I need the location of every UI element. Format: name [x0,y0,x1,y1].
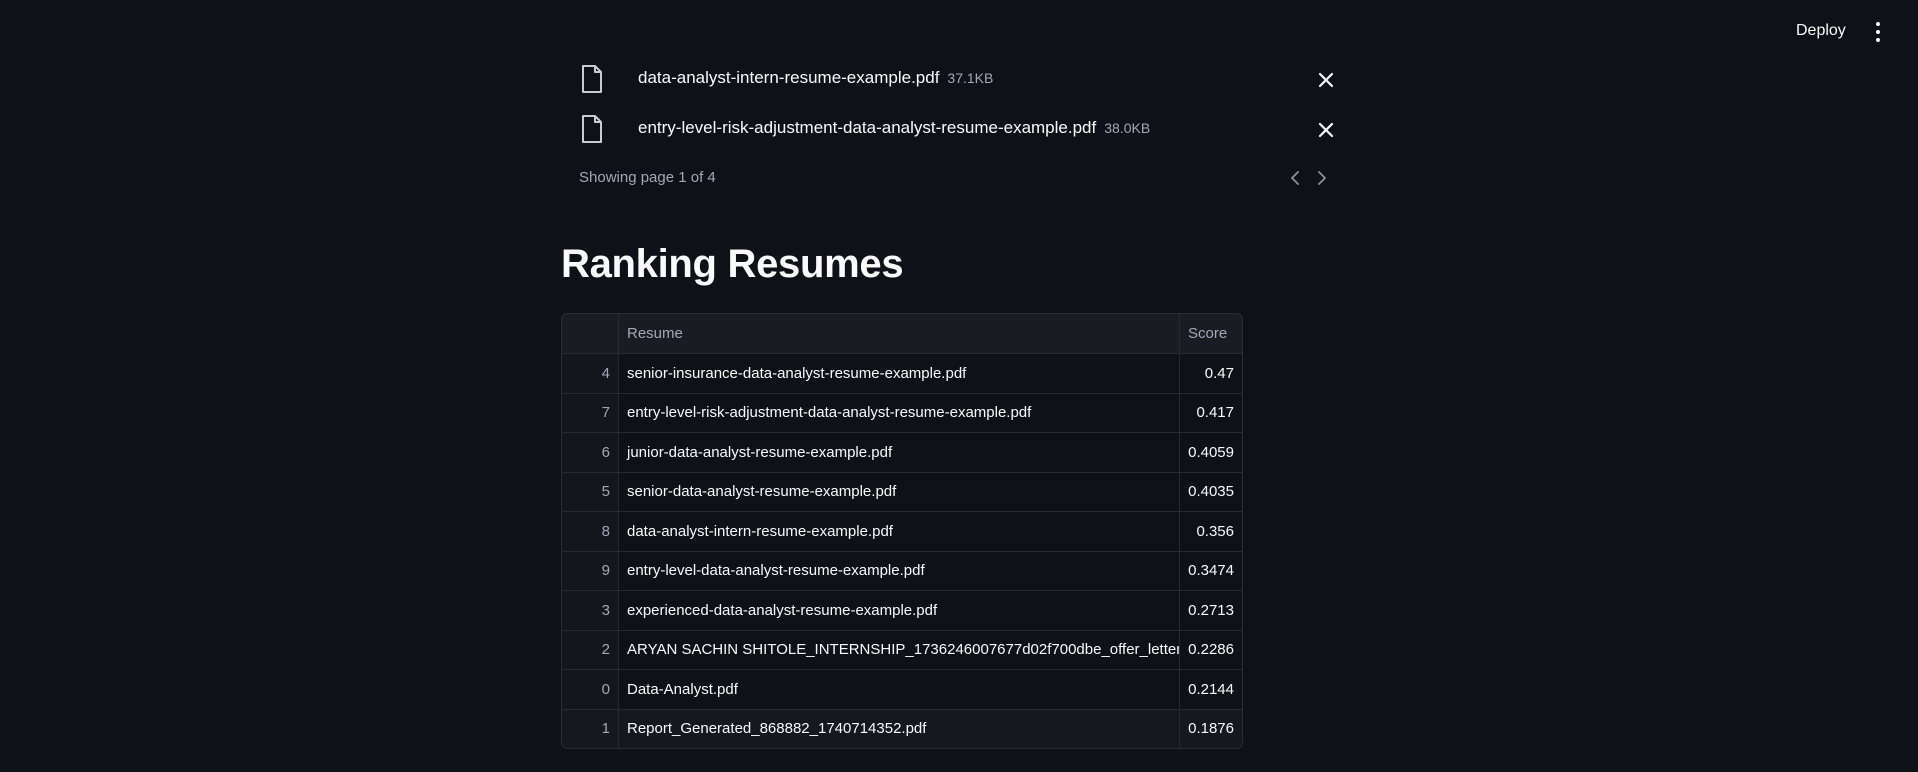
table-row[interactable]: 8 data-analyst-intern-resume-example.pdf… [562,511,1242,552]
file-size: 37.1KB [947,70,994,86]
uploaded-file-item: data-analyst-intern-resume-example.pdf 37… [580,62,1340,102]
score-cell[interactable]: 0.417 [1179,393,1242,433]
deploy-button[interactable]: Deploy [1790,20,1852,42]
table-row[interactable]: 1 Report_Generated_868882_1740714352.pdf… [562,709,1242,748]
row-index: 2 [562,630,619,670]
score-column-header[interactable]: Score [1179,314,1242,354]
file-size: 38.0KB [1104,120,1151,136]
row-index: 9 [562,551,619,591]
uploaded-file-item: entry-level-risk-adjustment-data-analyst… [580,112,1340,152]
previous-page-button[interactable] [1285,168,1305,188]
table-row[interactable]: 2 ARYAN SACHIN SHITOLE_INTERNSHIP_173624… [562,630,1242,670]
row-index: 7 [562,393,619,433]
file-icon [582,115,602,143]
vertical-dots-icon[interactable] [1868,19,1888,45]
score-cell[interactable]: 0.2144 [1179,669,1242,710]
resume-cell[interactable]: senior-data-analyst-resume-example.pdf [618,472,1180,512]
resume-column-header[interactable]: Resume [618,314,1180,354]
resume-cell[interactable]: junior-data-analyst-resume-example.pdf [618,432,1180,473]
row-index: 1 [562,709,619,748]
file-name-text: entry-level-risk-adjustment-data-analyst… [638,118,1097,137]
close-icon [1318,122,1334,138]
score-cell[interactable]: 0.4035 [1179,472,1242,512]
table-row[interactable]: 9 entry-level-data-analyst-resume-exampl… [562,551,1242,591]
pagination-status: Showing page 1 of 4 [579,169,716,186]
row-index: 5 [562,472,619,512]
file-icon [582,65,602,93]
remove-file-button[interactable] [1312,66,1340,94]
row-index: 3 [562,590,619,631]
file-name-text: data-analyst-intern-resume-example.pdf [638,68,940,87]
app-header: Deploy [0,0,1918,60]
table-row[interactable]: 0 Data-Analyst.pdf 0.2144 [562,669,1242,710]
index-column-header[interactable] [562,314,619,354]
score-cell[interactable]: 0.1876 [1179,709,1242,748]
score-cell[interactable]: 0.2713 [1179,590,1242,631]
remove-file-button[interactable] [1312,116,1340,144]
row-index: 4 [562,353,619,394]
score-cell[interactable]: 0.356 [1179,511,1242,552]
row-index: 8 [562,511,619,552]
score-cell[interactable]: 0.47 [1179,353,1242,394]
row-index: 0 [562,669,619,710]
resume-cell[interactable]: Report_Generated_868882_1740714352.pdf [618,709,1180,748]
row-index: 6 [562,432,619,473]
resume-cell[interactable]: experienced-data-analyst-resume-example.… [618,590,1180,631]
resume-cell[interactable]: senior-insurance-data-analyst-resume-exa… [618,353,1180,394]
file-name: entry-level-risk-adjustment-data-analyst… [638,118,1150,138]
resume-cell[interactable]: ARYAN SACHIN SHITOLE_INTERNSHIP_17362460… [618,630,1180,670]
score-cell[interactable]: 0.3474 [1179,551,1242,591]
chevron-left-icon [1291,171,1299,185]
file-name: data-analyst-intern-resume-example.pdf 37… [638,68,993,88]
table-row[interactable]: 6 junior-data-analyst-resume-example.pdf… [562,432,1242,473]
score-cell[interactable]: 0.4059 [1179,432,1242,473]
table-row[interactable]: 4 senior-insurance-data-analyst-resume-e… [562,353,1242,394]
page-title: Ranking Resumes [561,242,904,286]
next-page-button[interactable] [1312,168,1332,188]
resume-cell[interactable]: Data-Analyst.pdf [618,669,1180,710]
table-row[interactable]: 5 senior-data-analyst-resume-example.pdf… [562,472,1242,512]
resume-cell[interactable]: entry-level-risk-adjustment-data-analyst… [618,393,1180,433]
close-icon [1318,72,1334,88]
table-row[interactable]: 3 experienced-data-analyst-resume-exampl… [562,590,1242,631]
chevron-right-icon [1318,171,1326,185]
resume-cell[interactable]: entry-level-data-analyst-resume-example.… [618,551,1180,591]
score-cell[interactable]: 0.2286 [1179,630,1242,670]
table-header-row: Resume Score [562,314,1242,354]
ranking-table[interactable]: Resume Score 4 senior-insurance-data-ana… [561,313,1243,749]
table-row[interactable]: 7 entry-level-risk-adjustment-data-analy… [562,393,1242,433]
resume-cell[interactable]: data-analyst-intern-resume-example.pdf [618,511,1180,552]
